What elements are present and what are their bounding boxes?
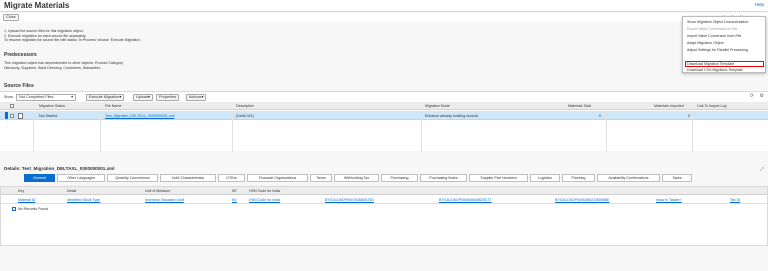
col-migration-status: Migration Status: [39, 103, 65, 108]
refresh-icon[interactable]: ⟳: [750, 93, 754, 99]
menu-item-show-documentation[interactable]: Show Migration Object Documentation: [687, 20, 748, 24]
col-materials-total: Materials Total: [568, 103, 592, 108]
grid-line: [692, 111, 693, 152]
col-file-name: File Name: [105, 103, 122, 108]
col-key: Key: [18, 188, 25, 193]
tab-general[interactable]: General: [24, 174, 55, 182]
no-records-text: No Records Found: [18, 207, 49, 211]
row-imported: 0: [688, 113, 690, 118]
select-all-checkbox[interactable]: [10, 104, 14, 108]
show-in-tasker-link[interactable]: show in Tasker?: [656, 198, 682, 202]
col-description: Description: [236, 103, 254, 108]
show-filter-select[interactable]: Not Completed Files ▾: [16, 93, 76, 101]
toolbar: Close: [0, 13, 768, 22]
tab-logistics[interactable]: Logistics: [530, 174, 560, 182]
tab-purchasing[interactable]: Purchasing: [381, 174, 418, 182]
col-unit-of-measure: Unit of Measure: [145, 188, 171, 193]
page-title: Migrate Materials: [4, 1, 70, 10]
table-row[interactable]: Not Started Test_Migration_DELTAXL_00000…: [0, 111, 768, 120]
tab-uom-characteristics[interactable]: UoM Characteristics: [160, 174, 216, 182]
col-ke: KE: [232, 188, 237, 193]
migrate-materials-window: Migrate Materials Help Close You Can Als…: [0, 0, 768, 271]
menu-item-parallel-processing[interactable]: Adjust Settings for Parallel Processing: [687, 48, 748, 52]
tab-sales[interactable]: Sales: [662, 174, 692, 182]
code-link-3[interactable]: BYGA1O6OP000636022365988E: [555, 198, 609, 202]
details-header: Key Detail Unit of Measure KE HSN Code f…: [1, 187, 767, 195]
grid-line: [100, 111, 101, 152]
execute-migration-button[interactable]: Execute Migration▾: [86, 93, 125, 101]
upload-button[interactable]: Upload▾: [133, 93, 153, 101]
grid-line: [232, 111, 233, 152]
tab-financial-organizations[interactable]: Financial Organizations: [247, 174, 308, 182]
material-id-link[interactable]: Material ID: [18, 198, 35, 202]
row-status: Not Started: [39, 113, 58, 118]
col-materials-imported: Materials Imported: [654, 103, 684, 108]
title-bar: [0, 0, 768, 12]
stock-type-link[interactable]: Identified Stock Type: [67, 198, 100, 202]
tab-gtins[interactable]: GTINs: [218, 174, 245, 182]
hsn-code-link[interactable]: HSN Code for India: [249, 198, 280, 202]
code-link-1[interactable]: BYGA1O6OP000763680A75D: [325, 198, 374, 202]
menu-item-download-csv-template[interactable]: Download CSV-Migration-Template: [687, 68, 743, 72]
predecessors-title: Predecessors: [4, 52, 37, 58]
show-label: Show: [4, 95, 13, 99]
chevron-down-icon: ▾: [71, 94, 73, 99]
details-tabs: General Other Languages Quantity Convers…: [0, 174, 768, 183]
source-files-panel: Show Not Completed Files ▾ Execute Migra…: [0, 91, 768, 152]
tab-other-languages[interactable]: Other Languages: [57, 174, 105, 182]
row-selection-marker: [5, 112, 8, 119]
tab-withholding-tax[interactable]: Withholding Tax: [334, 174, 379, 182]
menu-item-adapt-migration-object[interactable]: Adapt Migration Object: [687, 41, 724, 45]
tab-supplier-part-numbers[interactable]: Supplier Part Numbers: [469, 174, 528, 182]
actions-button[interactable]: Actions▾: [186, 93, 207, 101]
code-link-2[interactable]: BYGA1O6OP000846849625C77: [439, 198, 492, 202]
row-mode: Enhance already existing records: [425, 113, 479, 118]
ke-link[interactable]: KE: [232, 198, 237, 202]
grid-line: [33, 111, 34, 152]
menu-item-download-template[interactable]: Download Migration Template: [687, 62, 734, 66]
tab-availability-confirmations[interactable]: Availability Confirmations: [597, 174, 660, 182]
menu-item-export-value-conversion: Export Value Conversion to File: [687, 27, 738, 31]
row-description: (Delta 001): [236, 113, 254, 118]
grid-line: [606, 111, 607, 152]
document-icon: [18, 112, 23, 119]
row-checkbox[interactable]: [10, 113, 14, 118]
valuation-uom-link[interactable]: Inventory Valuation UoM: [145, 198, 184, 202]
tab-planning[interactable]: Planning: [562, 174, 595, 182]
col-hsn-code: HSN Code for India: [249, 188, 281, 193]
expand-icon[interactable]: ⤢: [761, 166, 764, 171]
tab-quantity-conversions[interactable]: Quantity Conversions: [107, 174, 158, 182]
grid-line: [421, 111, 422, 152]
row-total: 0: [599, 113, 601, 118]
properties-button[interactable]: Properties: [156, 93, 180, 101]
col-detail: Detail: [67, 188, 77, 193]
close-button[interactable]: Close: [3, 14, 19, 21]
predecessors-line-2: Hierarchy, Suppliers, Bank Directory, Cu…: [4, 65, 101, 70]
details-row: Material ID Identified Stock Type Invent…: [1, 196, 767, 204]
details-panel: Key Detail Unit of Measure KE HSN Code f…: [0, 186, 768, 246]
col-import-log: Link To Import Log: [697, 103, 727, 108]
tab-purchasing-notes[interactable]: Purchasing Notes: [420, 174, 467, 182]
you-can-also-dropdown: Show Migration Object Documentation Expo…: [682, 16, 766, 73]
info-icon: [12, 207, 16, 211]
source-files-title: Source Files: [4, 83, 34, 89]
show-filter-value: Not Completed Files: [19, 94, 54, 99]
col-migration-mode: Migration Mode: [425, 103, 450, 108]
tax-id-link[interactable]: Tax ID: [730, 198, 740, 202]
row-file-link[interactable]: Test_Migration_DELTAXL_0000000001.xml: [105, 114, 174, 118]
settings-icon[interactable]: ⚙: [760, 93, 764, 99]
intro-line-3: To resume migration for source file with…: [4, 38, 142, 42]
details-title: Details: Test_Migration_DELTAXL_00000000…: [4, 166, 115, 171]
source-files-header: Migration Status File Name Description M…: [0, 102, 768, 110]
menu-item-import-value-conversion[interactable]: Import Value Conversion from File: [687, 34, 741, 38]
tab-taxes[interactable]: Taxes: [310, 174, 332, 182]
help-link[interactable]: Help: [755, 2, 764, 7]
